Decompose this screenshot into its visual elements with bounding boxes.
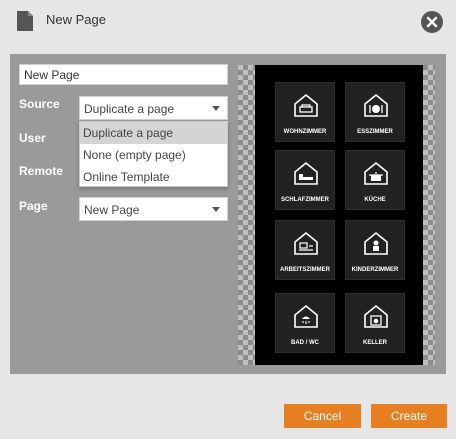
remote-label: Remote bbox=[19, 164, 64, 178]
tile-label: KINDERZIMMER bbox=[351, 267, 399, 273]
preview-area: WOHNZIMMER ESSZIMMER SCHLAFZIMMER KÜCHE … bbox=[238, 65, 435, 365]
page-name-input[interactable] bbox=[19, 64, 228, 85]
page-select[interactable]: New Page bbox=[79, 197, 228, 221]
page-label: Page bbox=[19, 199, 48, 213]
source-label: Source bbox=[19, 97, 60, 111]
create-button[interactable]: Create bbox=[371, 404, 447, 428]
chevron-down-icon bbox=[212, 207, 220, 212]
child-icon bbox=[364, 231, 388, 255]
dropdown-option-template[interactable]: Online Template bbox=[80, 166, 227, 188]
washer-icon bbox=[364, 304, 388, 328]
tile-label: KÜCHE bbox=[364, 197, 386, 203]
user-label: User bbox=[19, 131, 46, 145]
page-icon bbox=[17, 11, 33, 31]
phone-preview: WOHNZIMMER ESSZIMMER SCHLAFZIMMER KÜCHE … bbox=[255, 65, 423, 365]
chevron-down-icon bbox=[212, 106, 220, 111]
page-select-value: New Page bbox=[84, 203, 140, 217]
sofa-icon bbox=[294, 93, 318, 117]
dialog-titlebar: New Page bbox=[0, 0, 456, 42]
dining-icon bbox=[364, 93, 388, 117]
pot-icon bbox=[364, 161, 388, 185]
tile-label: KELLER bbox=[363, 340, 387, 346]
close-icon bbox=[426, 16, 438, 28]
source-dropdown: Duplicate a page None (empty page) Onlin… bbox=[79, 121, 228, 187]
form-panel: Source Duplicate a page Duplicate a page… bbox=[10, 54, 446, 374]
tile-label: SCHLAFZIMMER bbox=[281, 197, 329, 203]
dropdown-option-duplicate[interactable]: Duplicate a page bbox=[80, 122, 227, 144]
tile-label: WOHNZIMMER bbox=[283, 129, 327, 135]
source-select[interactable]: Duplicate a page bbox=[79, 96, 228, 120]
bed-icon bbox=[294, 161, 318, 185]
cancel-button[interactable]: Cancel bbox=[284, 404, 361, 428]
tile-label: ESSZIMMER bbox=[357, 129, 393, 135]
tile-label: ARBEITSZIMMER bbox=[280, 267, 330, 273]
dropdown-option-none[interactable]: None (empty page) bbox=[80, 144, 227, 166]
tile-label: BAD / WC bbox=[291, 340, 319, 346]
dialog-title: New Page bbox=[46, 12, 106, 27]
close-button[interactable] bbox=[421, 11, 443, 33]
source-select-value: Duplicate a page bbox=[84, 102, 175, 116]
shower-icon bbox=[294, 304, 318, 328]
desk-icon bbox=[294, 231, 318, 255]
